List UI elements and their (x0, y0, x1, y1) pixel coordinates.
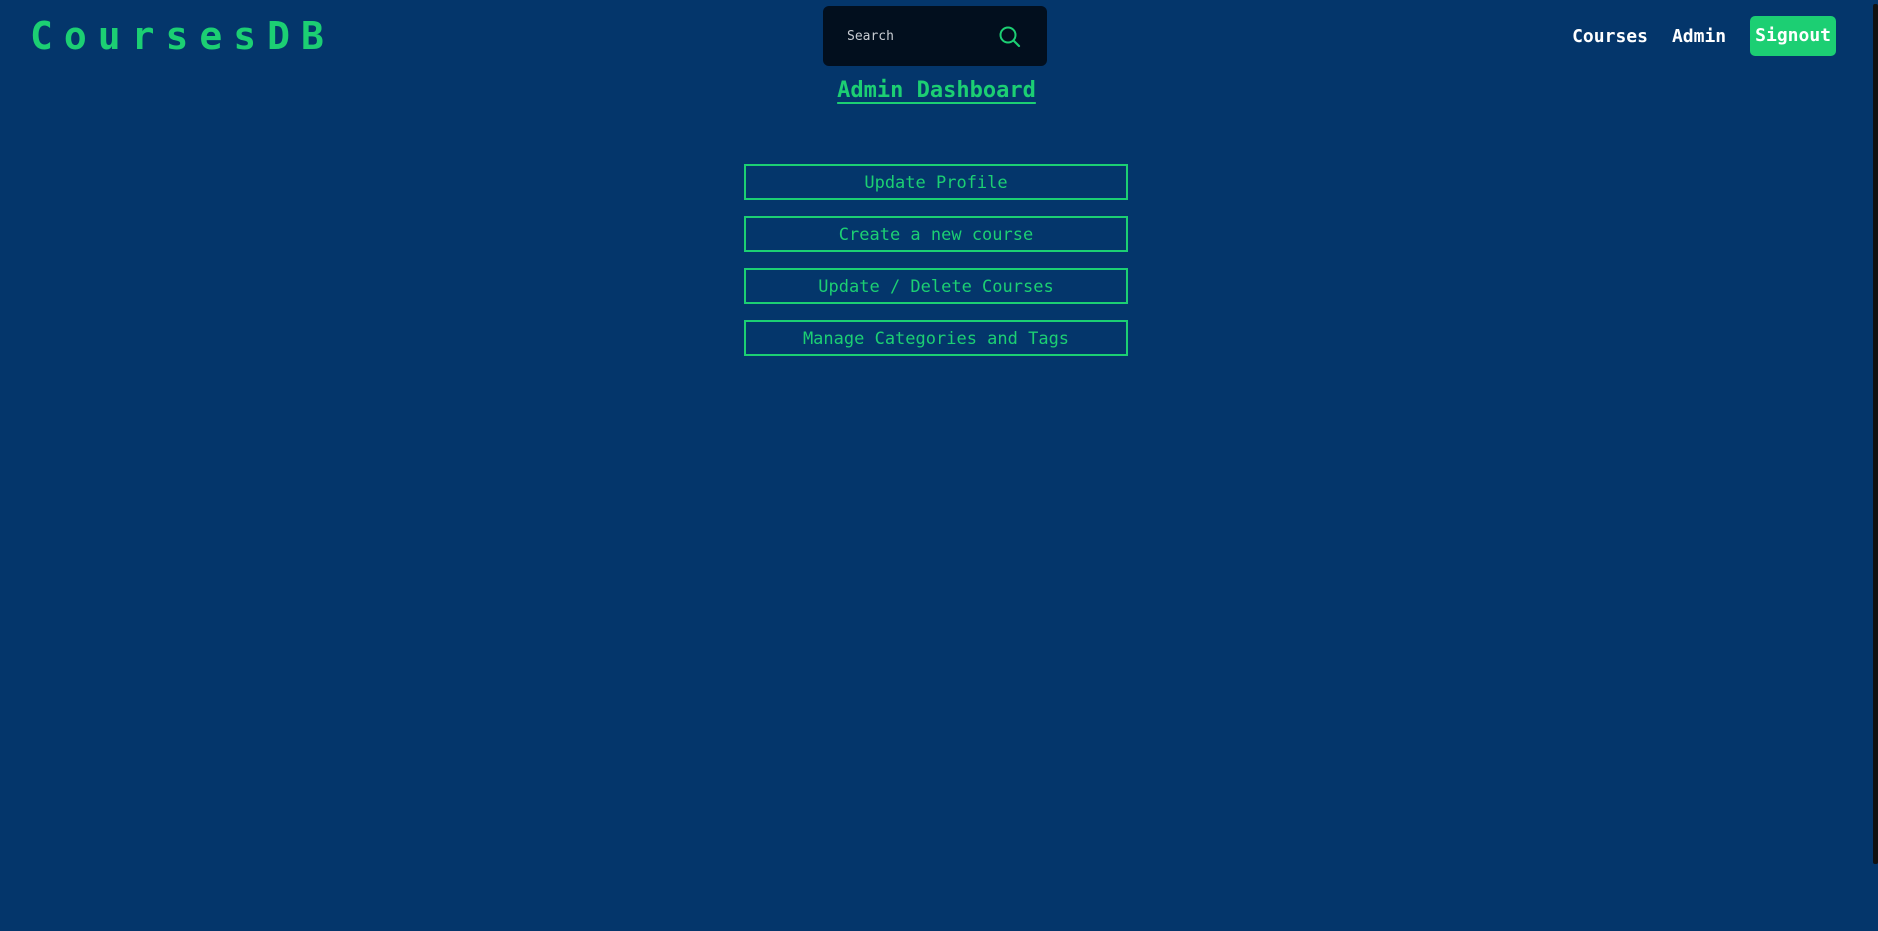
brand-logo[interactable]: CoursesDB (30, 14, 335, 58)
page: CoursesDB Courses Admin Signout Admin Da… (0, 0, 1873, 931)
signout-button[interactable]: Signout (1750, 16, 1836, 56)
admin-actions: Update Profile Create a new course Updat… (744, 164, 1128, 372)
update-delete-courses-button[interactable]: Update / Delete Courses (744, 268, 1128, 304)
manage-categories-tags-button[interactable]: Manage Categories and Tags (744, 320, 1128, 356)
nav-admin-link[interactable]: Admin (1672, 26, 1726, 47)
page-title: Admin Dashboard (837, 78, 1036, 103)
search-box (823, 6, 1047, 66)
scrollbar-thumb[interactable] (1873, 4, 1878, 864)
top-nav: Courses Admin Signout (1548, 16, 1836, 56)
search-icon[interactable] (997, 24, 1023, 50)
update-profile-button[interactable]: Update Profile (744, 164, 1128, 200)
create-course-button[interactable]: Create a new course (744, 216, 1128, 252)
nav-courses-link[interactable]: Courses (1572, 26, 1648, 47)
scrollbar[interactable] (1873, 0, 1878, 931)
search-input[interactable] (843, 24, 1001, 48)
